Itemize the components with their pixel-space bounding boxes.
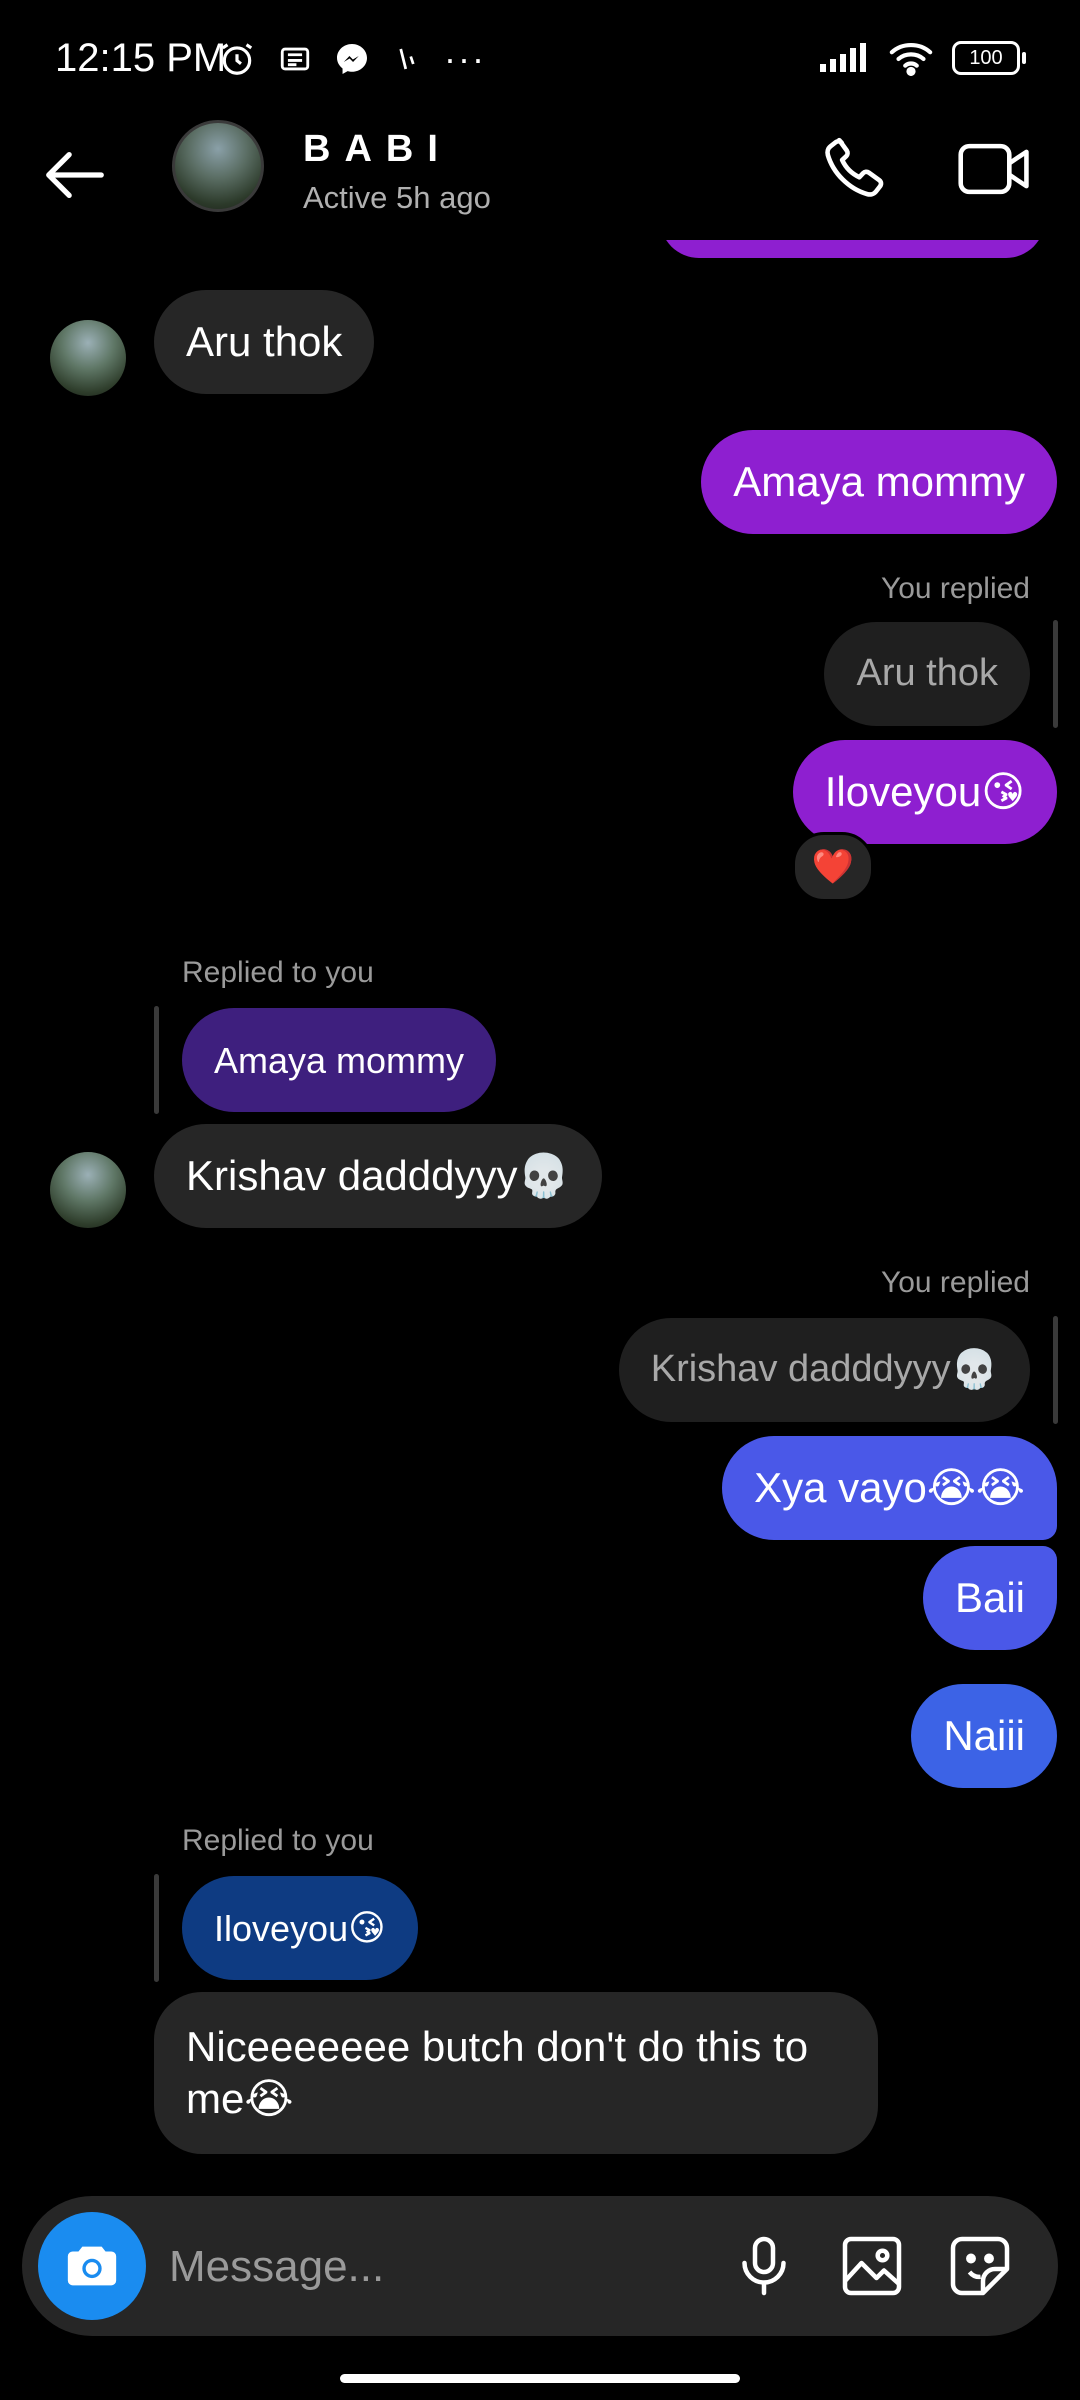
- camera-icon: [67, 2246, 117, 2286]
- crying-emoji: 😭😭: [926, 1462, 1025, 1512]
- message-text: Iloveyou: [824, 767, 982, 815]
- reply-label: Replied to you: [182, 1824, 374, 1857]
- video-camera-icon: [958, 143, 1029, 195]
- phone-icon: [825, 137, 884, 197]
- message-bubble-outgoing-partial[interactable]: [660, 240, 1045, 258]
- reply-label: Replied to you: [182, 956, 374, 989]
- quoted-text: Krishav dadddyyy: [650, 1348, 951, 1391]
- system-status: 100: [818, 40, 1026, 76]
- chat-header: BABI Active 5h ago: [0, 110, 1080, 240]
- kiss-emoji: 😘: [348, 1907, 386, 1949]
- message-bubble-outgoing[interactable]: Iloveyou 😘: [792, 740, 1057, 844]
- reply-divider: [1053, 1316, 1058, 1424]
- message-composer: [22, 2196, 1058, 2336]
- message-input[interactable]: [167, 2231, 691, 2303]
- contact-avatar-small[interactable]: [50, 320, 126, 396]
- more-icon: ···: [444, 38, 486, 79]
- back-button[interactable]: [40, 140, 110, 210]
- kiss-emoji: 😘: [981, 766, 1025, 816]
- cellular-signal-icon: [820, 43, 866, 72]
- contact-name[interactable]: BABI: [303, 128, 452, 171]
- reply-label: You replied: [880, 1266, 1030, 1299]
- wifi-icon: [889, 42, 933, 76]
- gallery-button[interactable]: [836, 2230, 908, 2302]
- sticker-button[interactable]: [944, 2230, 1016, 2302]
- message-bubble-outgoing[interactable]: Naiii: [911, 1684, 1057, 1788]
- message-text-line: Niceeeeeee butch don't do this to: [186, 2022, 809, 2070]
- news-icon: [280, 47, 310, 71]
- message-bubble-incoming[interactable]: Krishav dadddyyy 💀: [154, 1124, 602, 1228]
- quoted-message[interactable]: Iloveyou 😘: [182, 1876, 418, 1980]
- heart-emoji: ❤️: [811, 847, 855, 887]
- message-text: Krishav dadddyyy: [186, 1151, 518, 1199]
- video-call-button[interactable]: [955, 136, 1035, 202]
- message-text: me: [186, 2075, 245, 2122]
- camera-button[interactable]: [38, 2212, 146, 2320]
- sticker-icon: [950, 2236, 1010, 2296]
- contact-avatar[interactable]: [172, 120, 264, 212]
- arrow-left-icon: [46, 151, 104, 199]
- quoted-message[interactable]: Amaya mommy: [182, 1008, 497, 1112]
- status-time: 12:15 PM: [55, 36, 227, 80]
- messenger-icon: [337, 44, 367, 74]
- home-indicator[interactable]: [340, 2374, 740, 2383]
- message-bubble-incoming[interactable]: Aru thok: [154, 290, 375, 394]
- alarm-icon: [221, 43, 253, 75]
- message-text-line: me😭: [186, 2073, 293, 2126]
- message-bubble-outgoing[interactable]: Xya vayo 😭😭: [722, 1436, 1057, 1540]
- message-bubble-incoming[interactable]: Niceeeeeee butch don't do this to me😭: [154, 1992, 878, 2154]
- skull-emoji: 💀: [517, 1150, 570, 1200]
- voice-call-button[interactable]: [820, 132, 890, 202]
- skull-emoji: 💀: [950, 1347, 998, 1392]
- status-bar: 12:15 PM ··· 100: [0, 0, 1080, 120]
- reply-label: You replied: [880, 572, 1030, 605]
- contact-activity-status: Active 5h ago: [303, 180, 491, 215]
- heart-reaction[interactable]: ❤️: [792, 832, 874, 902]
- notification-icons: ···: [218, 38, 486, 80]
- message-bubble-outgoing[interactable]: Baii: [922, 1546, 1057, 1650]
- message-text: Xya vayo: [754, 1463, 927, 1511]
- quoted-text: Iloveyou: [214, 1907, 349, 1949]
- battery-indicator: 100: [952, 41, 1026, 75]
- image-icon: [842, 2236, 902, 2296]
- reply-divider: [154, 1006, 159, 1114]
- message-thread[interactable]: Aru thok Amaya mommy You replied Aru tho…: [0, 240, 1080, 2190]
- signal-icon: [399, 48, 415, 70]
- voice-message-button[interactable]: [728, 2230, 800, 2302]
- quoted-message[interactable]: Aru thok: [824, 622, 1030, 726]
- quoted-message[interactable]: Krishav dadddyyy 💀: [618, 1318, 1030, 1422]
- microphone-icon: [742, 2236, 786, 2296]
- reply-divider: [1053, 620, 1058, 728]
- crying-emoji: 😭: [244, 2074, 294, 2123]
- message-bubble-outgoing[interactable]: Amaya mommy: [701, 430, 1057, 534]
- reply-divider: [154, 1874, 159, 1982]
- contact-avatar-small[interactable]: [50, 1152, 126, 1228]
